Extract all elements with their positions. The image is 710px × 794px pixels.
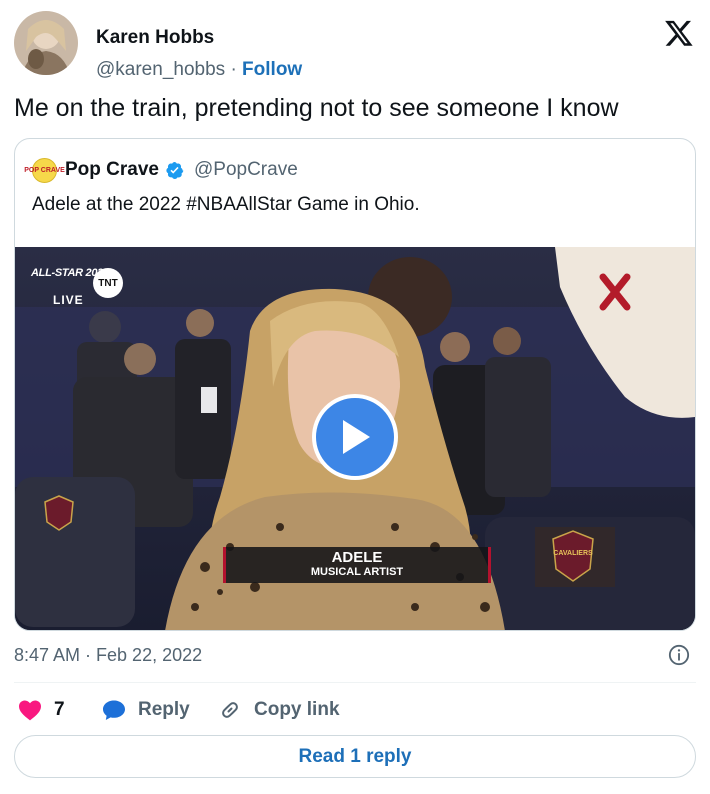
- reply-label: Reply: [138, 699, 190, 720]
- like-button[interactable]: 7: [18, 694, 65, 726]
- lower-third-name: ADELE: [331, 549, 383, 566]
- follow-button[interactable]: Follow: [242, 59, 302, 80]
- live-label: LIVE: [53, 293, 84, 307]
- read-replies-button[interactable]: Read 1 reply: [14, 735, 696, 778]
- quote-author-name[interactable]: Pop Crave: [65, 159, 159, 181]
- tnt-logo: TNT: [93, 268, 123, 298]
- lower-third: ADELE MUSICAL ARTIST: [223, 547, 491, 583]
- verified-badge-icon: [166, 161, 184, 179]
- x-logo-icon[interactable]: [664, 18, 694, 48]
- tweet-text: Me on the train, pretending not to see s…: [14, 94, 619, 122]
- video-player[interactable]: CAVALIERS ALL-STAR 2022 TNT LIVE ADELE M…: [15, 247, 695, 630]
- like-count: 7: [54, 699, 65, 720]
- quoted-tweet[interactable]: POP CRAVE Pop Crave @PopCrave Adele at t…: [14, 138, 696, 631]
- quote-text: Adele at the 2022 #NBAAllStar Game in Oh…: [32, 194, 420, 215]
- author-name[interactable]: Karen Hobbs: [96, 27, 214, 49]
- lower-third-role: MUSICAL ARTIST: [310, 566, 404, 578]
- heart-icon: [19, 700, 41, 721]
- tweet-timestamp[interactable]: 8:47 AM · Feb 22, 2022: [14, 645, 202, 666]
- info-icon[interactable]: [668, 644, 690, 666]
- avatar-image: [14, 11, 78, 75]
- link-icon: [222, 702, 238, 718]
- tweet-header: Karen Hobbs @karen_hobbs · Follow: [14, 11, 696, 80]
- play-icon: [343, 420, 370, 454]
- reply-button[interactable]: Reply: [102, 694, 190, 726]
- separator: ·: [230, 59, 237, 80]
- quote-header: POP CRAVE Pop Crave @PopCrave: [24, 157, 298, 183]
- play-button[interactable]: [312, 394, 398, 480]
- copy-link-label: Copy link: [254, 699, 340, 720]
- quote-avatar[interactable]: POP CRAVE: [24, 157, 65, 183]
- team-logo-text: CAVALIERS: [553, 550, 593, 557]
- avatar[interactable]: [14, 11, 78, 75]
- action-bar: 7 Reply Copy link: [14, 694, 696, 726]
- copy-link-button[interactable]: Copy link: [218, 694, 340, 726]
- author-handle[interactable]: @karen_hobbs: [96, 59, 225, 80]
- divider: [14, 682, 696, 683]
- speech-bubble-icon: [103, 700, 125, 720]
- quote-author-handle[interactable]: @PopCrave: [194, 159, 298, 181]
- broadcast-bug: ALL-STAR 2022 TNT LIVE: [31, 267, 135, 311]
- author-handle-line: @karen_hobbs · Follow: [96, 59, 302, 81]
